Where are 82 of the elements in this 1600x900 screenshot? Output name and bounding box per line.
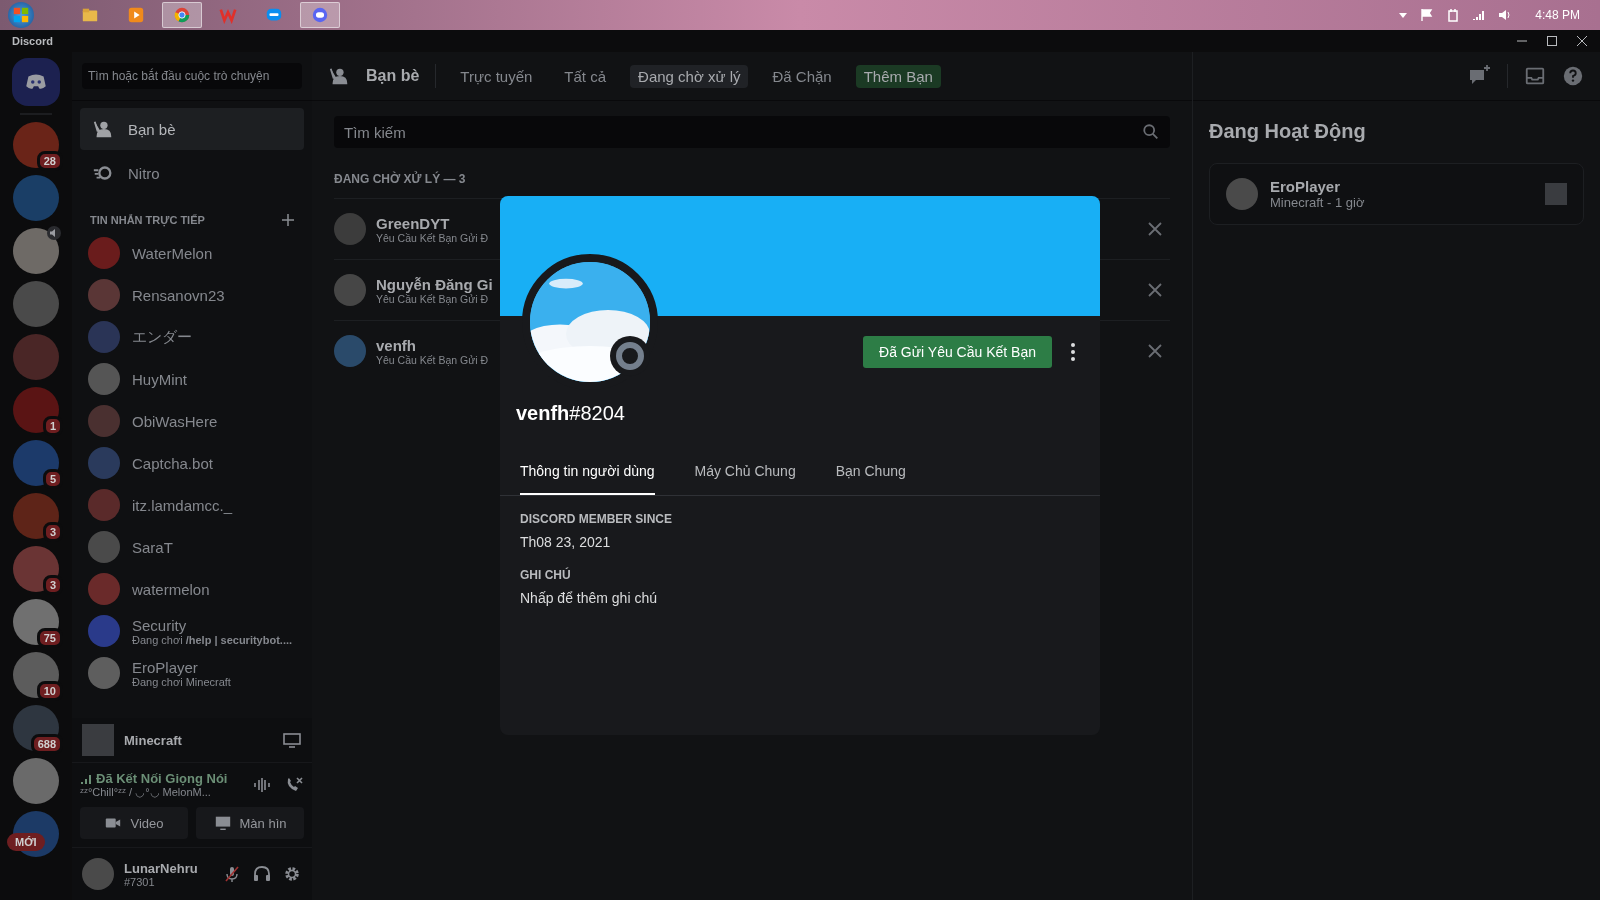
section-header: ĐANG CHỜ XỬ LÝ — 3 (334, 172, 466, 186)
unread-badge: 5 (42, 469, 63, 489)
flag-icon[interactable] (1420, 8, 1435, 22)
dm-item[interactable]: HuyMint (80, 358, 304, 400)
member-since-date: Th08 23, 2021 (520, 534, 611, 550)
new-label: MỚI (7, 833, 45, 851)
unread-badge: 688 (30, 734, 63, 754)
tab[interactable]: Đã Chặn (764, 64, 840, 88)
inbox-icon[interactable] (1524, 65, 1546, 87)
friends-icon (92, 118, 114, 140)
server-icon[interactable] (13, 122, 59, 168)
voice-channel[interactable]: ᶻᶻ°Chill°ᶻᶻ / ◡°◡ MelonM... (80, 786, 240, 799)
search-icon (1142, 123, 1160, 141)
unread-badge: 1 (42, 416, 63, 436)
tab[interactable]: Thêm Bạn (855, 64, 941, 88)
user-avatar[interactable] (82, 858, 114, 890)
request-sent-button[interactable]: Đã Gửi Yêu Cầu Kết Bạn (863, 336, 1052, 368)
section-title: DISCORD MEMBER SINCE (520, 512, 672, 526)
window-title: Discord (12, 35, 53, 47)
discord-app-icon[interactable] (300, 2, 340, 28)
game-title: Minecraft (124, 732, 182, 748)
dm-item[interactable]: watermelon (80, 568, 304, 610)
soundwave-icon[interactable] (252, 775, 272, 795)
dm-item[interactable]: EroPlayer Đang chơi Minecraft (80, 652, 304, 694)
section-header: TIN NHẮN TRỰC TIẾP (90, 214, 205, 226)
voice-status[interactable]: Đã Kết Nối Giọng Nói (80, 771, 240, 786)
tab[interactable]: Đang chờ xử lý (630, 64, 749, 88)
game-icon (82, 724, 114, 756)
signal-icon (80, 772, 92, 785)
monitor-icon[interactable] (282, 730, 302, 750)
dm-item[interactable]: Rensanovn23 (80, 274, 304, 316)
note-field[interactable]: Nhấp để thêm ghi chú (520, 590, 820, 606)
profile-tab[interactable]: Thông tin người dùng (520, 449, 655, 495)
dm-item[interactable]: Security Đang chơi /help | securitybot.... (80, 610, 304, 652)
unread-badge: 3 (42, 575, 63, 595)
profile-tab[interactable]: Bạn Chung (835, 449, 906, 495)
screen-share-button[interactable]: Màn hìn (196, 807, 304, 839)
unread-badge: 75 (36, 628, 63, 648)
close-icon[interactable] (1576, 35, 1588, 47)
help-icon[interactable] (1562, 65, 1584, 87)
game-icon (1545, 183, 1567, 205)
dm-item[interactable]: ObiWasHere (80, 400, 304, 442)
search-field[interactable]: Tìm kiếm (334, 116, 1170, 148)
nav-item[interactable]: Bạn bè (80, 108, 304, 150)
home-button[interactable] (12, 58, 60, 106)
unread-badge: 28 (36, 151, 63, 171)
unread-badge: 10 (36, 681, 63, 701)
more-options-icon[interactable] (1070, 342, 1076, 362)
power-plug-icon[interactable] (1446, 8, 1461, 22)
dm-item[interactable]: WaterMelon (80, 232, 304, 274)
nav-item[interactable]: Nitro (80, 152, 304, 194)
video-button[interactable]: Video (80, 807, 188, 839)
activity-card[interactable]: EroPlayer Minecraft - 1 giờ (1209, 163, 1584, 225)
friends-icon (328, 65, 350, 87)
settings-icon[interactable] (282, 864, 302, 884)
user-tag: #7301 (124, 875, 198, 888)
muted-microphone-icon[interactable] (222, 864, 242, 884)
start-button[interactable] (8, 2, 34, 28)
search-field[interactable]: Tìm hoặc bắt đầu cuộc trò chuyện (82, 63, 302, 89)
dm-item[interactable]: itz.lamdamcc._ (80, 484, 304, 526)
dm-item[interactable]: SaraT (80, 526, 304, 568)
signal-icon[interactable] (1472, 8, 1487, 22)
profile-tab[interactable]: Máy Chủ Chung (694, 449, 796, 495)
headphones-icon[interactable] (252, 864, 272, 884)
panel-title: Đang Hoạt Động (1209, 120, 1366, 143)
clock: 4:48 PM (1535, 8, 1580, 22)
username: LunarNehru (124, 860, 198, 876)
volume-icon[interactable] (1498, 8, 1513, 22)
section-title: GHI CHÚ (520, 568, 571, 582)
caret-icon[interactable] (1398, 10, 1409, 20)
unread-badge: 3 (42, 522, 63, 542)
tab[interactable]: Tất cả (556, 64, 615, 88)
tab[interactable]: Trực tuyến (452, 64, 541, 88)
avatar (1226, 178, 1258, 210)
maximize-icon[interactable] (1546, 35, 1558, 47)
dm-item[interactable]: エンダー (80, 316, 304, 358)
dm-item[interactable]: Captcha.bot (80, 442, 304, 484)
add-icon[interactable] (282, 214, 294, 226)
page-title: Bạn bè (366, 67, 420, 85)
screen-share-icon (213, 814, 232, 832)
browser-app-icon[interactable] (162, 2, 202, 28)
profile-name: venfh#8204 (516, 402, 625, 425)
